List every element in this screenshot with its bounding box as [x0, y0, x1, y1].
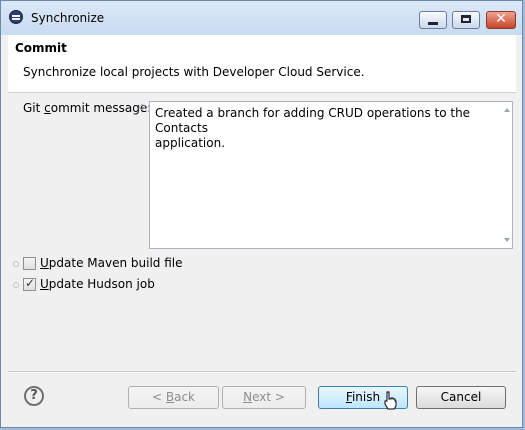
maximize-button[interactable] [452, 11, 480, 29]
cancel-button[interactable]: Cancel [416, 386, 506, 409]
help-icon[interactable]: ? [24, 386, 44, 406]
update-hudson-label-rest: pdate Hudson job [48, 277, 155, 291]
minimize-button[interactable] [419, 11, 447, 29]
next-button[interactable]: Next > [222, 386, 306, 409]
minimize-icon [428, 22, 438, 25]
footer-separator [8, 371, 516, 373]
git-commit-label-prefix: Git [23, 101, 45, 115]
update-maven-label: Update Maven build file [40, 256, 183, 270]
scroll-up-arrow-icon[interactable] [504, 108, 510, 112]
synchronize-dialog: Synchronize ✕ Commit Synchronize local p… [0, 0, 523, 428]
maximize-icon [461, 15, 471, 23]
back-button-rest: ack [174, 390, 195, 404]
decoration-icon [13, 282, 19, 288]
back-button-prefix: < [151, 390, 166, 404]
back-button[interactable]: < Back [128, 386, 219, 409]
window-title: Synchronize [31, 11, 105, 25]
close-icon: ✕ [495, 11, 507, 27]
commit-message-text: Created a branch for adding CRUD operati… [155, 106, 471, 150]
scroll-down-arrow-icon[interactable] [504, 238, 510, 242]
decoration-icon [13, 261, 19, 267]
git-commit-label: Git commit message: [23, 101, 151, 115]
update-hudson-label: Update Hudson job [40, 277, 155, 291]
update-hudson-mnemonic: U [40, 277, 49, 291]
finish-button-rest: inish [351, 390, 381, 404]
eclipse-icon [9, 10, 23, 24]
git-commit-label-suffix: ommit message: [50, 101, 152, 115]
update-hudson-checkbox[interactable]: ✓ [23, 276, 36, 291]
back-button-mnemonic: B [165, 390, 175, 404]
title-bar[interactable]: Synchronize ✕ [1, 1, 522, 35]
content-assist-icon [139, 104, 145, 110]
git-commit-label-mnemonic: c [44, 101, 51, 115]
wizard-header: Commit Synchronize local projects with D… [8, 35, 516, 93]
next-button-mnemonic: N [243, 390, 253, 404]
commit-message-textarea[interactable]: Created a branch for adding CRUD operati… [149, 101, 513, 249]
close-button[interactable]: ✕ [486, 11, 516, 29]
update-maven-mnemonic: U [40, 256, 49, 270]
hand-cursor-icon [384, 391, 397, 410]
next-button-rest: ext > [252, 390, 285, 404]
update-maven-label-rest: pdate Maven build file [48, 256, 183, 270]
page-title: Commit [15, 41, 67, 55]
page-description: Synchronize local projects with Develope… [23, 65, 365, 79]
checkmark-icon: ✓ [25, 276, 36, 290]
wizard-content: Git commit message: Created a branch for… [8, 93, 516, 373]
update-maven-checkbox[interactable] [23, 257, 36, 270]
